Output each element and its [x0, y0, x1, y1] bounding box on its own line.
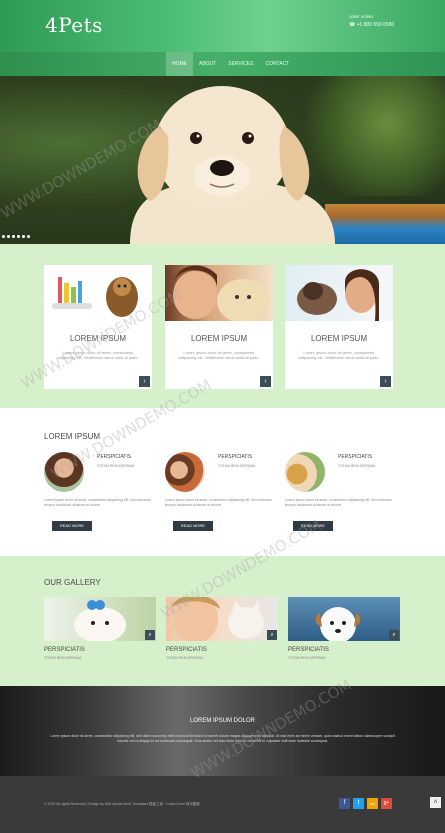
puppy-image: [130, 86, 335, 244]
slider-dot[interactable]: [7, 235, 10, 238]
copyright-text: © 2015 All rights Reserved | Design by W…: [44, 802, 200, 806]
about-heading: PERSPICIATIS: [218, 454, 253, 460]
about-subheading: TOTAM REM APERIAM: [338, 464, 376, 468]
slider-dot[interactable]: [12, 235, 15, 238]
about-subheading: TOTAM REM APERIAM: [218, 464, 256, 468]
feature-text: Lorem ipsum dolor sit amet, consectetur …: [178, 350, 260, 360]
about-text: Lorem ipsum dolor sit amet, consectetur …: [44, 498, 151, 507]
about-section: LOREM IPSUM PERSPICIATIS TOTAM REM APERI…: [0, 408, 445, 556]
header: 4Pets order online: ☎ +1 800 559 6580: [0, 0, 445, 52]
gallery-title: OUR GALLERY: [44, 578, 101, 587]
main-nav: HOME ABOUT SERVICES CONTACT: [0, 52, 445, 76]
twitter-icon[interactable]: t: [353, 798, 364, 809]
gallery-item[interactable]: ⌕ PERSPICIATIS TOTAM REM APERIAM: [166, 597, 278, 660]
about-avatar-woman: [44, 452, 84, 492]
about-subheading: TOTAM REM APERIAM: [97, 464, 135, 468]
about-heading: PERSPICIATIS: [97, 454, 132, 460]
gallery-subheading: TOTAM REM APERIAM: [166, 656, 204, 660]
phone-number[interactable]: ☎ +1 800 559 6580: [349, 22, 401, 28]
feature-arrow-button[interactable]: ›: [139, 376, 150, 387]
feature-text: Lorem ipsum dolor sit amet, consectetur …: [298, 350, 380, 360]
feature-title: LOREM IPSUM: [310, 334, 367, 343]
gallery-subheading: TOTAM REM APERIAM: [44, 656, 82, 660]
nav-about[interactable]: ABOUT: [193, 52, 222, 76]
facebook-icon[interactable]: f: [339, 798, 350, 809]
gallery-item[interactable]: ⌕ PERSPICIATIS TOTAM REM APERIAM: [44, 597, 156, 660]
social-links: f t rss g+: [339, 798, 392, 809]
about-avatar-dog-and-girl: [285, 452, 325, 492]
nav-contact[interactable]: CONTACT: [259, 52, 295, 76]
zoom-icon[interactable]: ⌕: [145, 630, 155, 640]
about-text: Lorem ipsum dolor sit amet, consectetur …: [165, 498, 272, 507]
read-more-button[interactable]: READ MORE: [293, 521, 333, 531]
quote-banner: LOREM IPSUM DOLOR Lorem ipsum dolor sit …: [0, 686, 445, 776]
slider-dot[interactable]: [22, 235, 25, 238]
order-label: order online:: [349, 14, 375, 19]
gallery-item[interactable]: ⌕ PERSPICIATIS TOTAM REM APERIAM: [288, 597, 400, 660]
feature-title: LOREM IPSUM: [190, 334, 247, 343]
slider-dot[interactable]: [17, 235, 20, 238]
gallery-heading: PERSPICIATIS: [166, 647, 207, 653]
gallery-image-woman-with-kitten: ⌕: [166, 597, 278, 641]
gallery-heading: PERSPICIATIS: [288, 647, 329, 653]
zoom-icon[interactable]: ⌕: [389, 630, 399, 640]
about-title: LOREM IPSUM: [44, 432, 101, 441]
feature-text: Lorem ipsum dolor sit amet, consectetur …: [57, 350, 139, 360]
google-plus-icon[interactable]: g+: [381, 798, 392, 809]
gallery-image-jack-russell: ⌕: [288, 597, 400, 641]
feature-title: LOREM IPSUM: [69, 334, 126, 343]
features-section: LOREM IPSUM Lorem ipsum dolor sit amet, …: [0, 244, 445, 408]
slider-dot[interactable]: [2, 235, 5, 238]
feature-image-woman-kissing-dog: [285, 265, 393, 321]
gallery-image-puppy-with-bow: ⌕: [44, 597, 156, 641]
slider-dot[interactable]: [27, 235, 30, 238]
rss-icon[interactable]: rss: [367, 798, 378, 809]
feature-image-pet-products: [44, 265, 152, 321]
hero-slider[interactable]: [0, 76, 445, 244]
feature-arrow-button[interactable]: ›: [260, 376, 271, 387]
nav-home[interactable]: HOME: [166, 52, 193, 76]
gallery-subheading: TOTAM REM APERIAM: [288, 656, 326, 660]
feature-image-woman-with-puppy: [165, 265, 273, 321]
feature-card: LOREM IPSUM Lorem ipsum dolor sit amet, …: [165, 265, 273, 389]
read-more-button[interactable]: READ MORE: [52, 521, 92, 531]
slider-dots: [2, 235, 30, 238]
about-avatar-girl-with-dog: [165, 452, 205, 492]
footer: © 2015 All rights Reserved | Design by W…: [0, 776, 445, 833]
order-info: order online: ☎ +1 800 559 6580: [349, 14, 401, 28]
feature-arrow-button[interactable]: ›: [380, 376, 391, 387]
gallery-section: OUR GALLERY ⌕ PERSPICIATIS TOTAM REM APE…: [0, 556, 445, 686]
logo[interactable]: 4Pets: [45, 13, 103, 37]
back-to-top-button[interactable]: ˄: [430, 797, 441, 808]
banner-title: LOREM IPSUM DOLOR: [189, 718, 255, 724]
gallery-heading: PERSPICIATIS: [44, 647, 85, 653]
nav-services[interactable]: SERVICES: [222, 52, 259, 76]
about-heading: PERSPICIATIS: [338, 454, 373, 460]
read-more-button[interactable]: READ MORE: [173, 521, 213, 531]
feature-card: LOREM IPSUM Lorem ipsum dolor sit amet, …: [44, 265, 152, 389]
feature-card: LOREM IPSUM Lorem ipsum dolor sit amet, …: [285, 265, 393, 389]
about-text: Lorem ipsum dolor sit amet, consectetur …: [285, 498, 392, 507]
banner-text: Lorem ipsum dolor sit amet, consectetur …: [50, 734, 395, 743]
zoom-icon[interactable]: ⌕: [267, 630, 277, 640]
